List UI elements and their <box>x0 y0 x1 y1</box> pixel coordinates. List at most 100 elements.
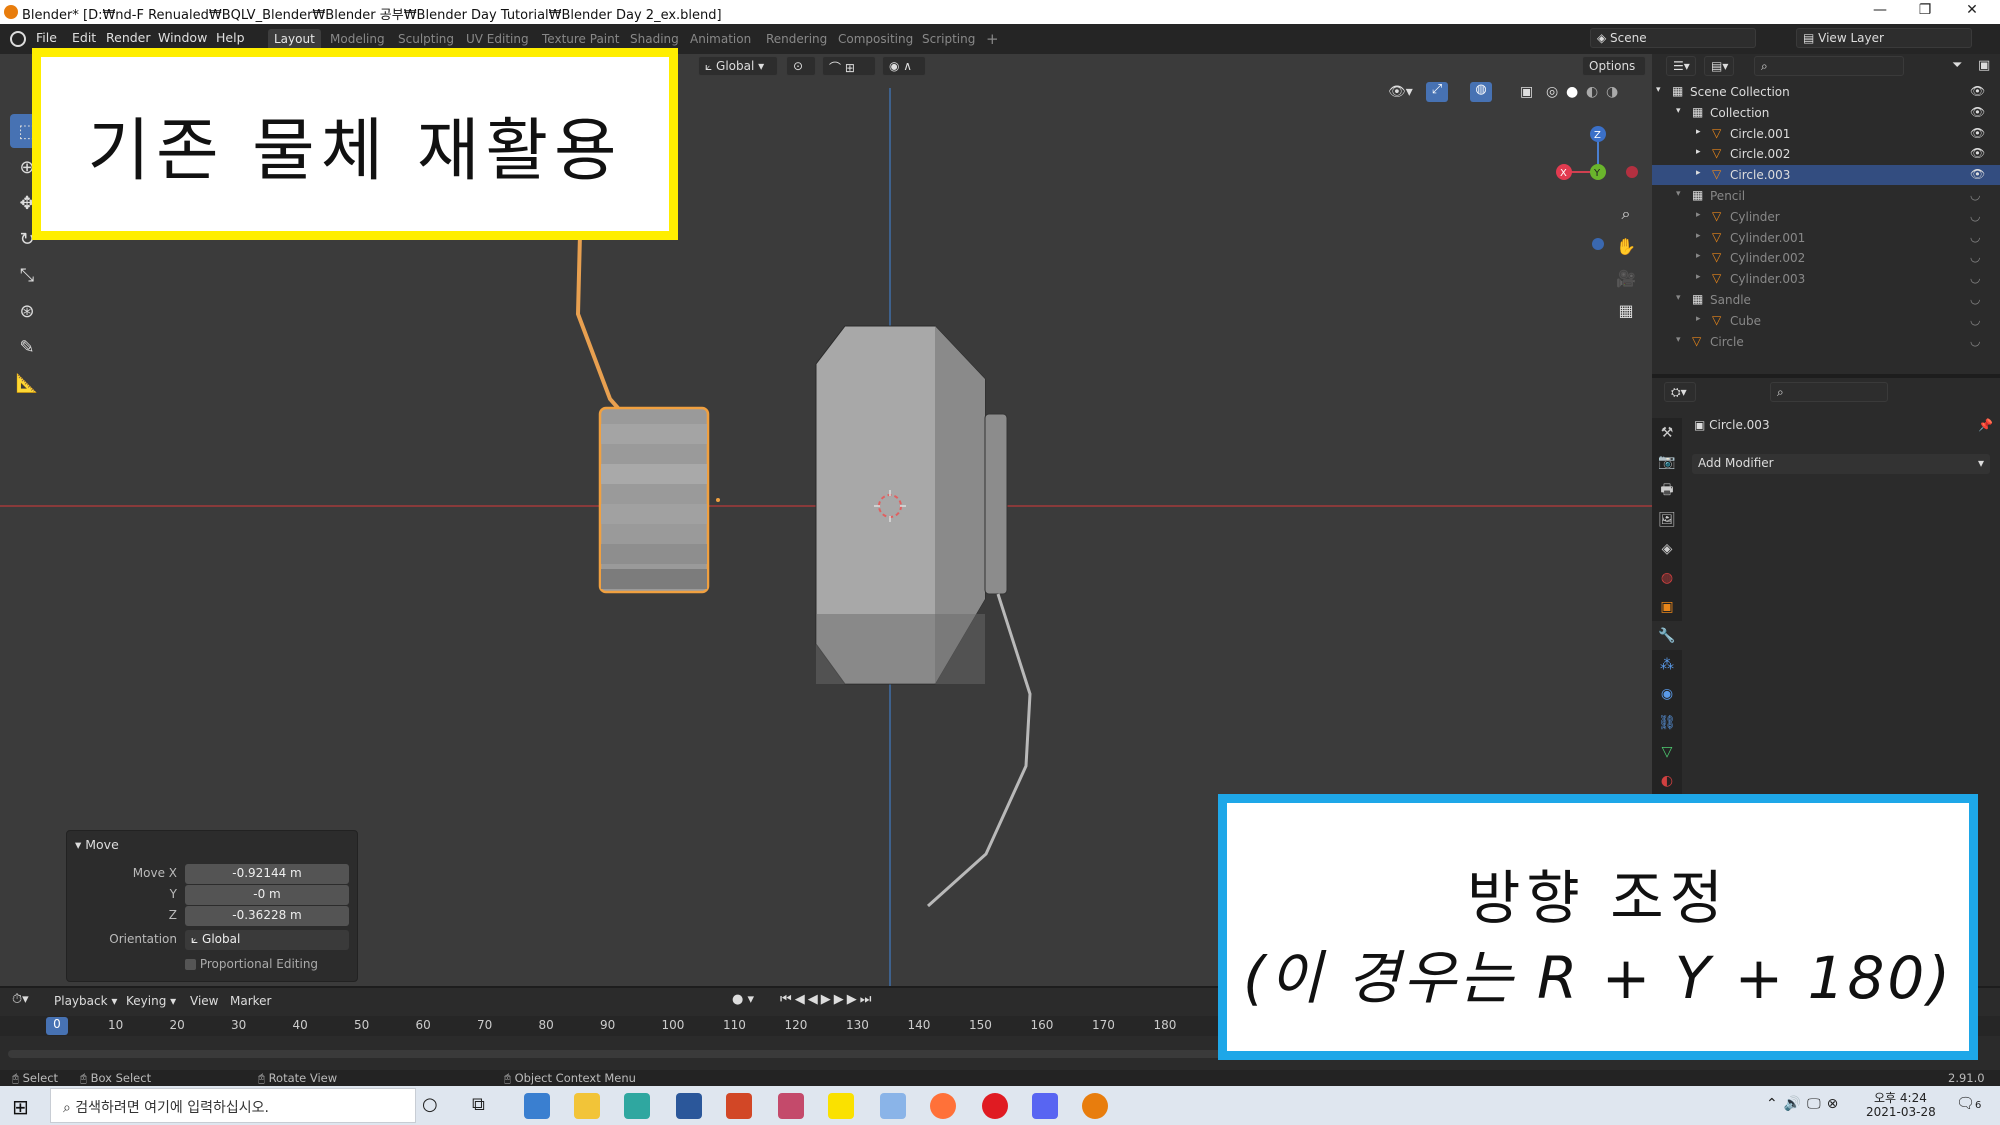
expand-arrow-icon[interactable]: ▾ <box>1656 85 1661 95</box>
outliner-search-input[interactable]: ⌕ <box>1754 56 1904 76</box>
modifier-tab-icon[interactable]: 🔧 <box>1652 621 1682 650</box>
outliner-row[interactable]: ▸ ▽ Cylinder.001 ◡ <box>1652 228 2000 248</box>
visibility-eye-icon[interactable]: 👁 <box>1970 84 1985 98</box>
visibility-eye-icon[interactable]: ◡ <box>1970 292 1980 306</box>
expand-arrow-icon[interactable]: ▾ <box>1676 335 1681 345</box>
cortana-icon[interactable]: ○ <box>422 1094 438 1115</box>
camera-icon[interactable]: 🎥 <box>1612 264 1640 292</box>
visibility-eye-icon[interactable]: 👁 <box>1970 105 1985 119</box>
windows-start-icon[interactable]: ⊞ <box>12 1095 29 1119</box>
visibility-eye-icon[interactable]: 👁 <box>1970 126 1985 140</box>
tool-tab-icon[interactable]: ⚒ <box>1652 418 1682 447</box>
scene-tab-icon[interactable]: ◈ <box>1652 534 1682 563</box>
expand-arrow-icon[interactable]: ▾ <box>1676 106 1681 116</box>
outliner-row[interactable]: ▾ ▽ Circle ◡ <box>1652 332 2000 352</box>
properties-search-input[interactable]: ⌕ <box>1770 382 1888 402</box>
maximize-button[interactable]: ❐ <box>1905 2 1945 18</box>
record-button[interactable]: ● ▾ <box>732 992 754 1007</box>
constraints-tab-icon[interactable]: ⛓ <box>1652 708 1682 737</box>
visibility-eye-icon[interactable]: ◡ <box>1970 188 1980 202</box>
outliner-row[interactable]: ▸ ▽ Cylinder.003 ◡ <box>1652 269 2000 289</box>
physics-tab-icon[interactable]: ◉ <box>1652 679 1682 708</box>
system-tray-icons[interactable]: ⌃🔊🖵⊗ <box>1766 1096 1844 1112</box>
current-frame-indicator[interactable]: 0 <box>46 1017 68 1035</box>
outliner-row[interactable]: ▾ ▦ Sandle ◡ <box>1652 290 2000 310</box>
menu-edit[interactable]: Edit <box>72 30 96 45</box>
playback-controls[interactable]: ⏮◀◀▶▶▶⏭ <box>780 992 874 1007</box>
outliner-row[interactable]: ▾ ▦ Scene Collection 👁 <box>1652 82 2000 102</box>
firefox-icon[interactable] <box>930 1093 956 1119</box>
outliner-row[interactable]: ▸ ▽ Cylinder ◡ <box>1652 207 2000 227</box>
expand-arrow-icon[interactable]: ▸ <box>1696 314 1701 324</box>
menu-help[interactable]: Help <box>216 30 245 45</box>
expand-arrow-icon[interactable]: ▸ <box>1696 251 1701 261</box>
move-x-field[interactable]: -0.92144 m <box>185 864 349 884</box>
timeline-scrollbar[interactable] <box>8 1050 1228 1058</box>
visibility-eye-icon[interactable]: ◡ <box>1970 230 1980 244</box>
outliner-row[interactable]: ▸ ▽ Cylinder.002 ◡ <box>1652 248 2000 268</box>
word-icon[interactable] <box>676 1093 702 1119</box>
close-button[interactable]: ✕ <box>1952 2 1992 18</box>
outliner-row[interactable]: ▸ ▽ Circle.003 👁 <box>1652 165 2000 186</box>
visibility-eye-icon[interactable]: ◡ <box>1970 271 1980 285</box>
material-tab-icon[interactable]: ◐ <box>1652 766 1682 795</box>
outliner-display-mode[interactable]: ☰▾ <box>1666 56 1696 76</box>
expand-arrow-icon[interactable]: ▸ <box>1696 168 1701 178</box>
expand-arrow-icon[interactable]: ▸ <box>1696 231 1701 241</box>
task-view-icon[interactable]: ⧉ <box>472 1094 485 1115</box>
expand-arrow-icon[interactable]: ▸ <box>1696 127 1701 137</box>
timeline-keying-menu[interactable]: Keying ▾ <box>126 994 176 1008</box>
minimize-button[interactable]: — <box>1860 2 1900 18</box>
app-remote-icon[interactable] <box>524 1093 550 1119</box>
orientation-dropdown[interactable]: ⟀ Global <box>185 930 349 950</box>
add-workspace-button[interactable]: + <box>980 27 1005 49</box>
paint-icon[interactable] <box>880 1093 906 1119</box>
kakaotalk-icon[interactable] <box>828 1093 854 1119</box>
grid-toggle-icon[interactable]: ▦ <box>1612 296 1640 324</box>
world-tab-icon[interactable]: ◍ <box>1652 563 1682 592</box>
outliner-filter-mode[interactable]: ▤▾ <box>1704 56 1734 76</box>
powerpoint-icon[interactable] <box>726 1093 752 1119</box>
outliner-row[interactable]: ▸ ▽ Circle.002 👁 <box>1652 144 2000 164</box>
properties-editor-type[interactable]: ⛭▾ <box>1664 382 1696 402</box>
app-scanner-icon[interactable] <box>624 1093 650 1119</box>
tab-compositing[interactable]: Compositing <box>832 29 919 51</box>
visibility-eye-icon[interactable]: 👁 <box>1970 167 1985 181</box>
output-tab-icon[interactable]: 🖶 <box>1652 476 1682 505</box>
menu-file[interactable]: File <box>36 30 57 45</box>
particles-tab-icon[interactable]: ⁂ <box>1652 650 1682 679</box>
expand-arrow-icon[interactable]: ▸ <box>1696 210 1701 220</box>
notification-icon[interactable]: 🗨6 <box>1956 1094 1981 1112</box>
pin-icon[interactable]: 📌 <box>1978 418 1993 432</box>
taskbar-search-box[interactable]: ⌕ 검색하려면 여기에 입력하십시오. <box>50 1088 416 1123</box>
move-z-field[interactable]: -0.36228 m <box>185 906 349 926</box>
visibility-eye-icon[interactable]: 👁 <box>1970 146 1985 160</box>
menu-window[interactable]: Window <box>158 30 207 45</box>
visibility-eye-icon[interactable]: ◡ <box>1970 209 1980 223</box>
expand-arrow-icon[interactable]: ▾ <box>1676 293 1681 303</box>
render-tab-icon[interactable]: 📷 <box>1652 447 1682 476</box>
visibility-eye-icon[interactable]: ◡ <box>1970 334 1980 348</box>
expand-arrow-icon[interactable]: ▸ <box>1696 147 1701 157</box>
file-explorer-icon[interactable] <box>574 1093 600 1119</box>
menu-render[interactable]: Render <box>106 30 151 45</box>
expand-arrow-icon[interactable]: ▸ <box>1696 272 1701 282</box>
blender-taskbar-icon[interactable] <box>1082 1093 1108 1119</box>
add-modifier-dropdown[interactable]: Add Modifier ▾ <box>1692 454 1990 474</box>
view-layer-selector[interactable]: ▤ View Layer <box>1796 28 1972 48</box>
move-panel-title[interactable]: ▾ Move <box>75 837 119 852</box>
scene-selector[interactable]: ◈ Scene <box>1590 28 1756 48</box>
data-tab-icon[interactable]: ▽ <box>1652 737 1682 766</box>
outliner-row[interactable]: ▾ ▦ Pencil ◡ <box>1652 186 2000 206</box>
timeline-editor-icon[interactable]: ⏱▾ <box>12 992 29 1007</box>
outliner-row[interactable]: ▸ ▽ Cube ◡ <box>1652 311 2000 331</box>
discord-icon[interactable] <box>1032 1093 1058 1119</box>
tab-rendering[interactable]: Rendering <box>760 29 833 51</box>
visibility-eye-icon[interactable]: ◡ <box>1970 250 1980 264</box>
timeline-marker-menu[interactable]: Marker <box>230 994 271 1008</box>
opera-icon[interactable] <box>982 1093 1008 1119</box>
blender-menu-icon[interactable] <box>10 31 26 47</box>
move-y-field[interactable]: -0 m <box>185 885 349 905</box>
tab-animation[interactable]: Animation <box>684 29 757 51</box>
visibility-eye-icon[interactable]: ◡ <box>1970 313 1980 327</box>
